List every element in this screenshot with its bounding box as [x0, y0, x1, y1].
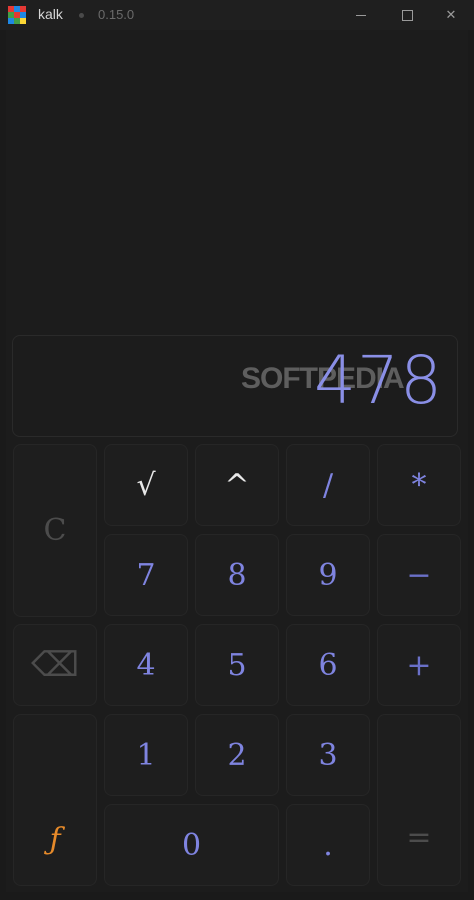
app-version: 0.15.0: [98, 7, 135, 22]
title-separator-dot: [79, 13, 84, 18]
plus-button[interactable]: +: [377, 624, 461, 706]
digit-2-button[interactable]: 2: [195, 714, 279, 796]
minimize-icon: [356, 14, 366, 16]
digit-5-button[interactable]: 5: [195, 624, 279, 706]
digit-7-button[interactable]: 7: [104, 534, 188, 616]
app-icon: [8, 6, 26, 24]
close-icon: ✕: [445, 7, 457, 23]
decimal-button[interactable]: .: [286, 804, 370, 886]
multiply-button[interactable]: *: [377, 444, 461, 526]
divide-button[interactable]: /: [286, 444, 370, 526]
display-value: 478: [314, 342, 443, 419]
power-button[interactable]: ^: [195, 444, 279, 526]
calculator-window: SOFTPEDIA 478 C √ ^ / * 7 8 9 − ⌫ 4 5 6 …: [6, 30, 468, 892]
app-title: kalk: [38, 6, 63, 22]
close-button[interactable]: ✕: [428, 0, 474, 30]
maximize-button[interactable]: [384, 0, 430, 30]
clear-button[interactable]: C: [13, 444, 97, 617]
result-display: SOFTPEDIA 478: [12, 335, 458, 437]
function-button[interactable]: ƒ: [13, 714, 97, 886]
digit-1-button[interactable]: 1: [104, 714, 188, 796]
minimize-button[interactable]: [338, 0, 384, 30]
sqrt-button[interactable]: √: [104, 444, 188, 526]
equals-button[interactable]: =: [377, 714, 461, 886]
history-area: [6, 30, 468, 330]
minus-button[interactable]: −: [377, 534, 461, 616]
digit-6-button[interactable]: 6: [286, 624, 370, 706]
digit-3-button[interactable]: 3: [286, 714, 370, 796]
digit-0-button[interactable]: 0: [104, 804, 279, 886]
digit-9-button[interactable]: 9: [286, 534, 370, 616]
backspace-icon: ⌫: [30, 645, 80, 685]
digit-8-button[interactable]: 8: [195, 534, 279, 616]
backspace-button[interactable]: ⌫: [13, 624, 97, 706]
digit-4-button[interactable]: 4: [104, 624, 188, 706]
maximize-icon: [401, 9, 413, 21]
title-bar: kalk 0.15.0 ✕: [0, 0, 474, 30]
